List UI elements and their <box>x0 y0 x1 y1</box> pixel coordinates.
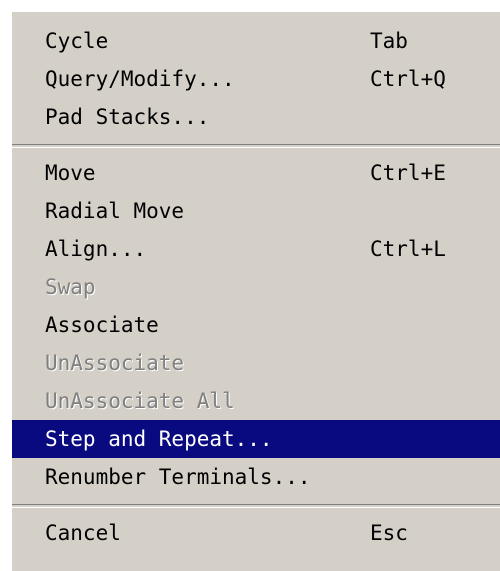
menu-item-shortcut: Ctrl+L <box>370 237 446 261</box>
menu-item-label: Step and Repeat... <box>45 427 273 451</box>
menu-item-unassociate: UnAssociate <box>12 344 500 382</box>
menu-item-associate[interactable]: Associate <box>12 306 500 344</box>
menu-item-shortcut: Tab <box>370 29 408 53</box>
menu-item-label: Radial Move <box>45 199 185 223</box>
menu-item-radial-move[interactable]: Radial Move <box>12 192 500 230</box>
menu-item-align[interactable]: Align... Ctrl+L <box>12 230 500 268</box>
menu-item-shortcut: Ctrl+E <box>370 161 446 185</box>
menu-item-cancel[interactable]: Cancel Esc <box>12 514 500 552</box>
menu-item-label: Pad Stacks... <box>45 105 210 129</box>
menu-item-label: UnAssociate All <box>45 389 235 413</box>
menu-separator <box>12 504 500 508</box>
menu-item-label: Renumber Terminals... <box>45 465 311 489</box>
menu-separator <box>12 144 500 148</box>
menu-item-label: Cycle <box>45 29 109 53</box>
menu-item-shortcut: Esc <box>370 521 408 545</box>
menu-item-unassociate-all: UnAssociate All <box>12 382 500 420</box>
menu-item-label: Align... <box>45 237 147 261</box>
menu-item-pad-stacks[interactable]: Pad Stacks... <box>12 98 500 136</box>
menu-item-cycle[interactable]: Cycle Tab <box>12 22 500 60</box>
menu-item-label: Move <box>45 161 96 185</box>
menu-item-step-and-repeat[interactable]: Step and Repeat... <box>12 420 500 458</box>
menu-item-renumber-terminals[interactable]: Renumber Terminals... <box>12 458 500 496</box>
context-menu: Cycle Tab Query/Modify... Ctrl+Q Pad Sta… <box>0 0 500 571</box>
menu-item-label: Cancel <box>45 521 121 545</box>
menu-item-label: Swap <box>45 275 96 299</box>
menu-item-query-modify[interactable]: Query/Modify... Ctrl+Q <box>12 60 500 98</box>
menu-item-label: Associate <box>45 313 159 337</box>
menu-item-label: Query/Modify... <box>45 67 235 91</box>
menu-item-move[interactable]: Move Ctrl+E <box>12 154 500 192</box>
menu-item-swap: Swap <box>12 268 500 306</box>
menu-item-label: UnAssociate <box>45 351 185 375</box>
menu-item-shortcut: Ctrl+Q <box>370 67 446 91</box>
